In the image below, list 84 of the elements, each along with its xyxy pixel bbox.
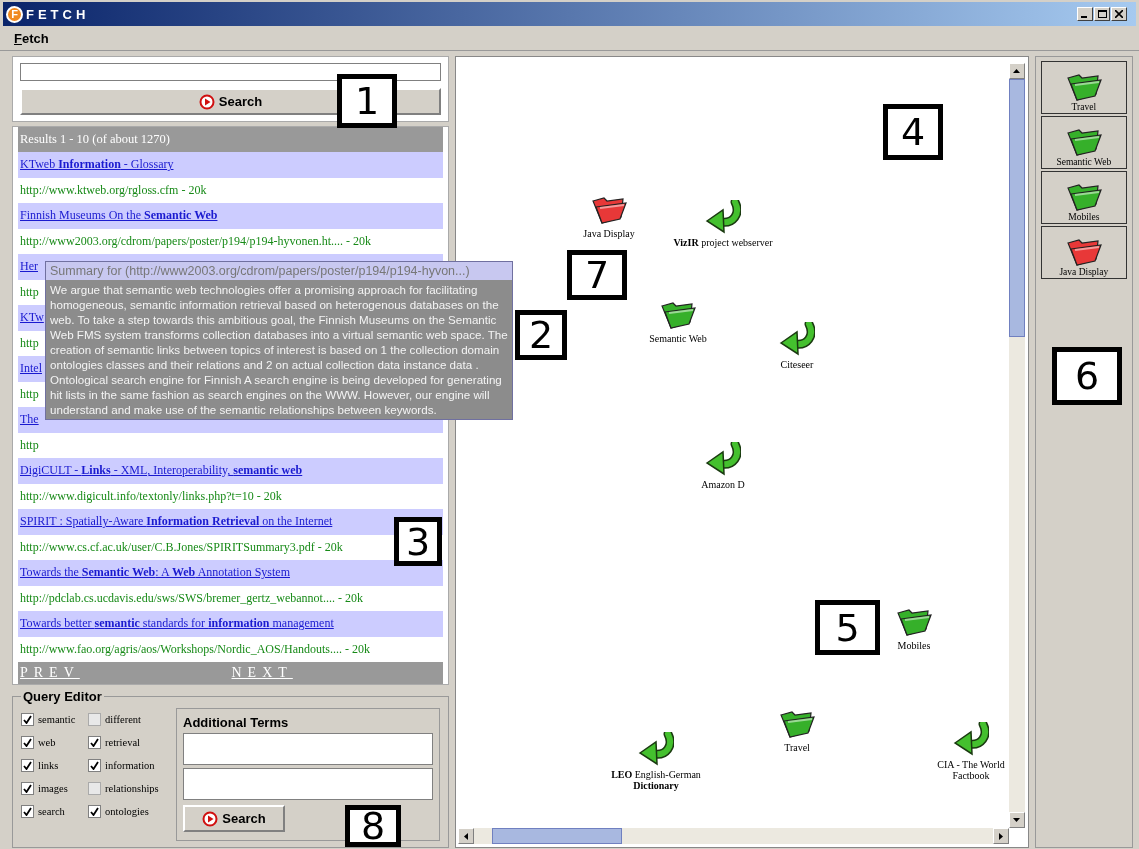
- bookmark-item[interactable]: Java Display: [1040, 226, 1127, 279]
- node-label: Mobiles: [897, 640, 931, 651]
- result-title-link[interactable]: KTw: [20, 310, 44, 326]
- curved-arrow-icon: [953, 722, 989, 756]
- callout-number: 5: [815, 600, 880, 655]
- term-label: information: [105, 760, 155, 771]
- term-label: web: [38, 737, 56, 748]
- checkbox[interactable]: [21, 805, 34, 818]
- checkbox[interactable]: [21, 713, 34, 726]
- callout-number: 2: [515, 310, 567, 360]
- node-label: LEO English-German Dictionary: [610, 769, 702, 791]
- result-url: http://www2003.org/cdrom/papers/poster/p194/p194-hyvonen.ht.... - 20k: [20, 233, 372, 249]
- maximize-button[interactable]: [1094, 7, 1110, 21]
- result-url: http://www.digicult.info/textonly/links.php?t=10 - 20k: [20, 488, 282, 504]
- term-label: images: [38, 783, 68, 794]
- bookmark-item[interactable]: Semantic Web: [1040, 116, 1127, 169]
- play-icon: [198, 93, 215, 110]
- callout-number: 1: [337, 74, 397, 128]
- horizontal-scrollbar[interactable]: [458, 828, 1009, 844]
- curved-arrow-icon: [779, 322, 815, 356]
- bookmark-item[interactable]: Mobiles: [1040, 171, 1127, 224]
- close-icon: [1115, 10, 1123, 18]
- term-field[interactable]: [183, 733, 433, 765]
- bookmark-item[interactable]: Travel: [1040, 61, 1127, 114]
- result-url: http://pdclab.cs.ucdavis.edu/sws/SWS/bremer_gertz_webannot.... - 20k: [20, 590, 363, 606]
- curved-arrow-icon: [705, 200, 741, 234]
- term-field[interactable]: [183, 768, 433, 800]
- curved-arrow-icon: [705, 442, 741, 476]
- scroll-up-icon: [1013, 69, 1021, 73]
- callout-number: 3: [394, 517, 442, 566]
- result-url: http://www.fao.org/agris/aos/Workshops/Nordic_AOS/Handouts.... - 20k: [20, 641, 370, 657]
- checkbox[interactable]: [21, 782, 34, 795]
- term-label: search: [38, 806, 65, 817]
- play-icon: [202, 810, 219, 827]
- result-title-link[interactable]: The: [20, 412, 39, 428]
- result-url: http://www.cs.cf.ac.uk/user/C.B.Jones/SPIRITSummary3.pdf - 20k: [20, 539, 343, 555]
- maximize-icon: [1097, 9, 1107, 19]
- result-title-link[interactable]: Intel: [20, 361, 42, 377]
- node-label: Amazon D: [701, 479, 745, 490]
- callout-number: 4: [883, 104, 943, 160]
- result-url: http: [20, 284, 39, 300]
- callout-number: 7: [567, 250, 627, 300]
- results-header: Results 1 - 10 (of about 1270): [18, 127, 443, 152]
- result-url: http://www.ktweb.org/rgloss.cfm - 20k: [20, 182, 207, 198]
- search-field[interactable]: [20, 63, 441, 81]
- node-label: VizIR project webserver: [673, 237, 773, 248]
- result-url: http: [20, 335, 39, 351]
- checkbox[interactable]: [88, 782, 101, 795]
- additional-terms-title: Additional Terms: [183, 715, 290, 730]
- result-url: http: [20, 386, 39, 402]
- checkbox[interactable]: [21, 736, 34, 749]
- term-label: relationships: [105, 783, 159, 794]
- term-label: different: [105, 714, 141, 725]
- scroll-down-icon: [1013, 818, 1021, 822]
- term-label: links: [38, 760, 59, 771]
- tooltip-header: Summary for (http://www2003.org/cdrom/papers/poster/p194/p194-hyvon...): [46, 262, 512, 280]
- scroll-left-icon: [464, 832, 468, 840]
- app-logo: F: [6, 5, 23, 23]
- menu-item[interactable]: Fetch: [14, 30, 49, 46]
- tooltip-text: We argue that semantic web technologies offer a promising approach for facilitating homogeneous, semantic information retrieval based on heterogenous databases on the web. To take a step towards this ambitious goal, the Finnish Museums on the Semantic Web FMS system transforms collection databases into a virtual semantic web space. The creation of semantic links between topics of interest is based on 1 the collection domain ontologies classes and their relations and 2 on actual collection data instance data . Ontological search engine for Finnish A search engine is being developed for generating hit lists in the same fashion as search engines on the WWW. However, our engine will understand and make use of the semantic relationships between keywords.: [49, 282, 509, 418]
- window-title: FETCH: [26, 6, 91, 22]
- term-label: ontologies: [105, 806, 149, 817]
- node-label: Semantic Web: [649, 333, 707, 344]
- term-label: retrieval: [105, 737, 140, 748]
- callout-number: 6: [1052, 347, 1122, 405]
- scroll-right-icon: [998, 832, 1003, 840]
- checkbox[interactable]: [88, 759, 101, 772]
- callout-number: 8: [345, 805, 401, 847]
- checkbox[interactable]: [88, 805, 101, 818]
- node-label: Citeseer: [780, 359, 814, 370]
- result-url: http: [20, 437, 39, 453]
- node-label: CIA - The World Factbook: [936, 759, 1006, 781]
- search-button[interactable]: Search: [183, 805, 285, 832]
- result-title-link[interactable]: Her: [20, 259, 38, 275]
- minimize-button[interactable]: [1077, 7, 1093, 21]
- checkbox[interactable]: [88, 713, 101, 726]
- node-label: Travel: [784, 742, 810, 753]
- node-label: Java Display: [583, 228, 635, 239]
- checkbox[interactable]: [21, 759, 34, 772]
- curved-arrow-icon: [638, 732, 674, 766]
- term-label: semantic: [38, 714, 76, 725]
- checkbox[interactable]: [88, 736, 101, 749]
- close-button[interactable]: [1111, 7, 1127, 21]
- query-editor-title: Query Editor: [22, 689, 103, 704]
